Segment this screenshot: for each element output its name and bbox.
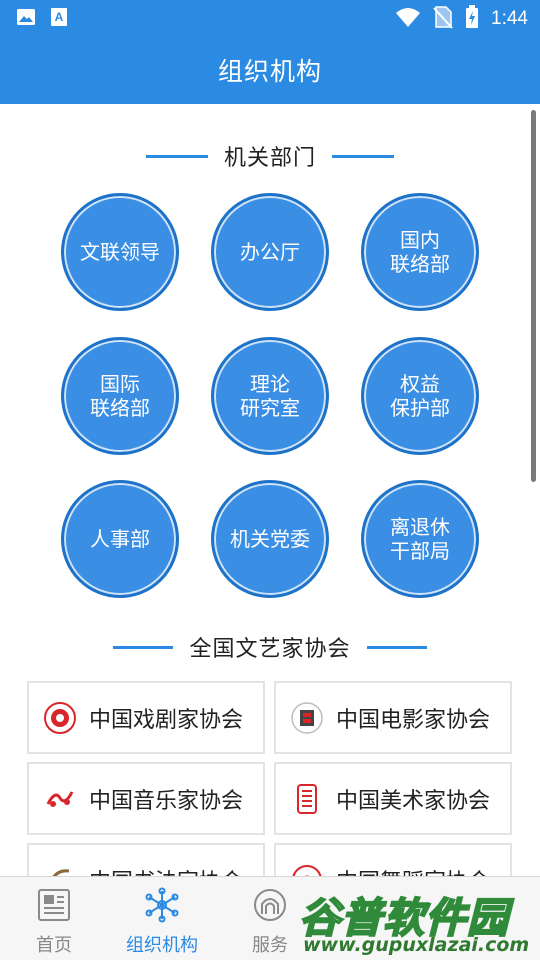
association-card[interactable]: 中国电影家协会	[274, 681, 512, 754]
dept-button[interactable]: 理论 研究室	[211, 337, 329, 455]
dept-button[interactable]: 权益 保护部	[361, 337, 479, 455]
status-bar: A 1:44	[0, 0, 540, 36]
network-icon	[145, 887, 179, 923]
music-association-logo	[46, 790, 74, 807]
nav-home[interactable]: 首页	[0, 877, 108, 960]
dept-button[interactable]: 文联领导	[61, 193, 179, 311]
dept-button[interactable]: 国际 联络部	[61, 337, 179, 455]
dept-button[interactable]: 人事部	[61, 480, 179, 598]
app-bar: 组织机构	[0, 36, 540, 104]
battery-charging-icon	[465, 5, 479, 33]
dance-association-logo	[292, 864, 322, 876]
association-label: 中国书法家协会	[89, 864, 243, 877]
watermark: 谷普软件园 www.gupuxlazai.com	[295, 884, 540, 960]
watermark-url: www.gupuxlazai.com	[303, 934, 530, 956]
association-card[interactable]: 中国戏剧家协会	[27, 681, 265, 754]
heading-line-left	[113, 645, 174, 649]
nav-label: 首页	[36, 935, 72, 956]
association-label: 中国美术家协会	[336, 788, 491, 814]
no-sim-icon	[433, 5, 453, 33]
dept-label: 离退休 干部局	[390, 515, 450, 563]
dept-button[interactable]: 办公厅	[211, 193, 329, 311]
dept-label: 国际 联络部	[90, 372, 150, 420]
association-label: 中国戏剧家协会	[89, 707, 244, 733]
dept-label: 国内 联络部	[390, 228, 450, 276]
dept-label: 人事部	[90, 527, 150, 551]
svg-text:A: A	[55, 10, 64, 24]
association-label: 中国音乐家协会	[89, 788, 244, 814]
association-card[interactable]: 中国书法家协会	[27, 843, 265, 876]
heading-line-right	[332, 154, 394, 158]
nav-organization[interactable]: 组织机构	[108, 877, 216, 960]
nav-label: 服务	[252, 935, 288, 956]
association-label: 中国舞蹈家协会	[336, 864, 490, 877]
dept-label: 办公厅	[240, 240, 300, 264]
association-label: 中国电影家协会	[336, 707, 491, 733]
associations-heading-text: 全国文艺家协会	[189, 637, 351, 662]
association-card[interactable]: 中国舞蹈家协会	[274, 843, 512, 876]
status-time: 1:44	[491, 8, 528, 29]
art-association-logo	[297, 783, 317, 814]
text-notification-icon: A	[50, 7, 68, 31]
wifi-icon	[395, 6, 421, 32]
departments-heading: 机关部门	[0, 140, 540, 172]
image-icon	[16, 7, 36, 31]
dept-button[interactable]: 离退休 干部局	[361, 480, 479, 598]
dept-label: 理论 研究室	[240, 372, 300, 420]
nav-label: 组织机构	[126, 935, 198, 956]
calligraphy-association-logo	[52, 868, 70, 876]
associations-heading: 全国文艺家协会	[0, 631, 540, 663]
association-card[interactable]: 中国音乐家协会	[27, 762, 265, 835]
departments-heading-text: 机关部门	[223, 146, 316, 171]
dept-button[interactable]: 国内 联络部	[361, 193, 479, 311]
association-card[interactable]: 中国美术家协会	[274, 762, 512, 835]
newspaper-icon	[38, 889, 70, 921]
heading-line-right	[366, 645, 427, 649]
dept-label: 文联领导	[80, 240, 160, 264]
dept-button[interactable]: 机关党委	[211, 480, 329, 598]
dept-label: 权益 保护部	[390, 372, 450, 420]
drama-association-logo	[44, 701, 76, 734]
service-icon	[254, 889, 286, 921]
page-title: 组织机构	[217, 57, 322, 86]
film-association-logo	[291, 701, 323, 734]
dept-label: 机关党委	[230, 527, 310, 551]
content-scroll-area[interactable]: 机关部门 文联领导 办公厅 国内 联络部 国际 联络部 理论 研究室 权益 保护…	[0, 104, 540, 876]
heading-line-left	[145, 154, 208, 158]
